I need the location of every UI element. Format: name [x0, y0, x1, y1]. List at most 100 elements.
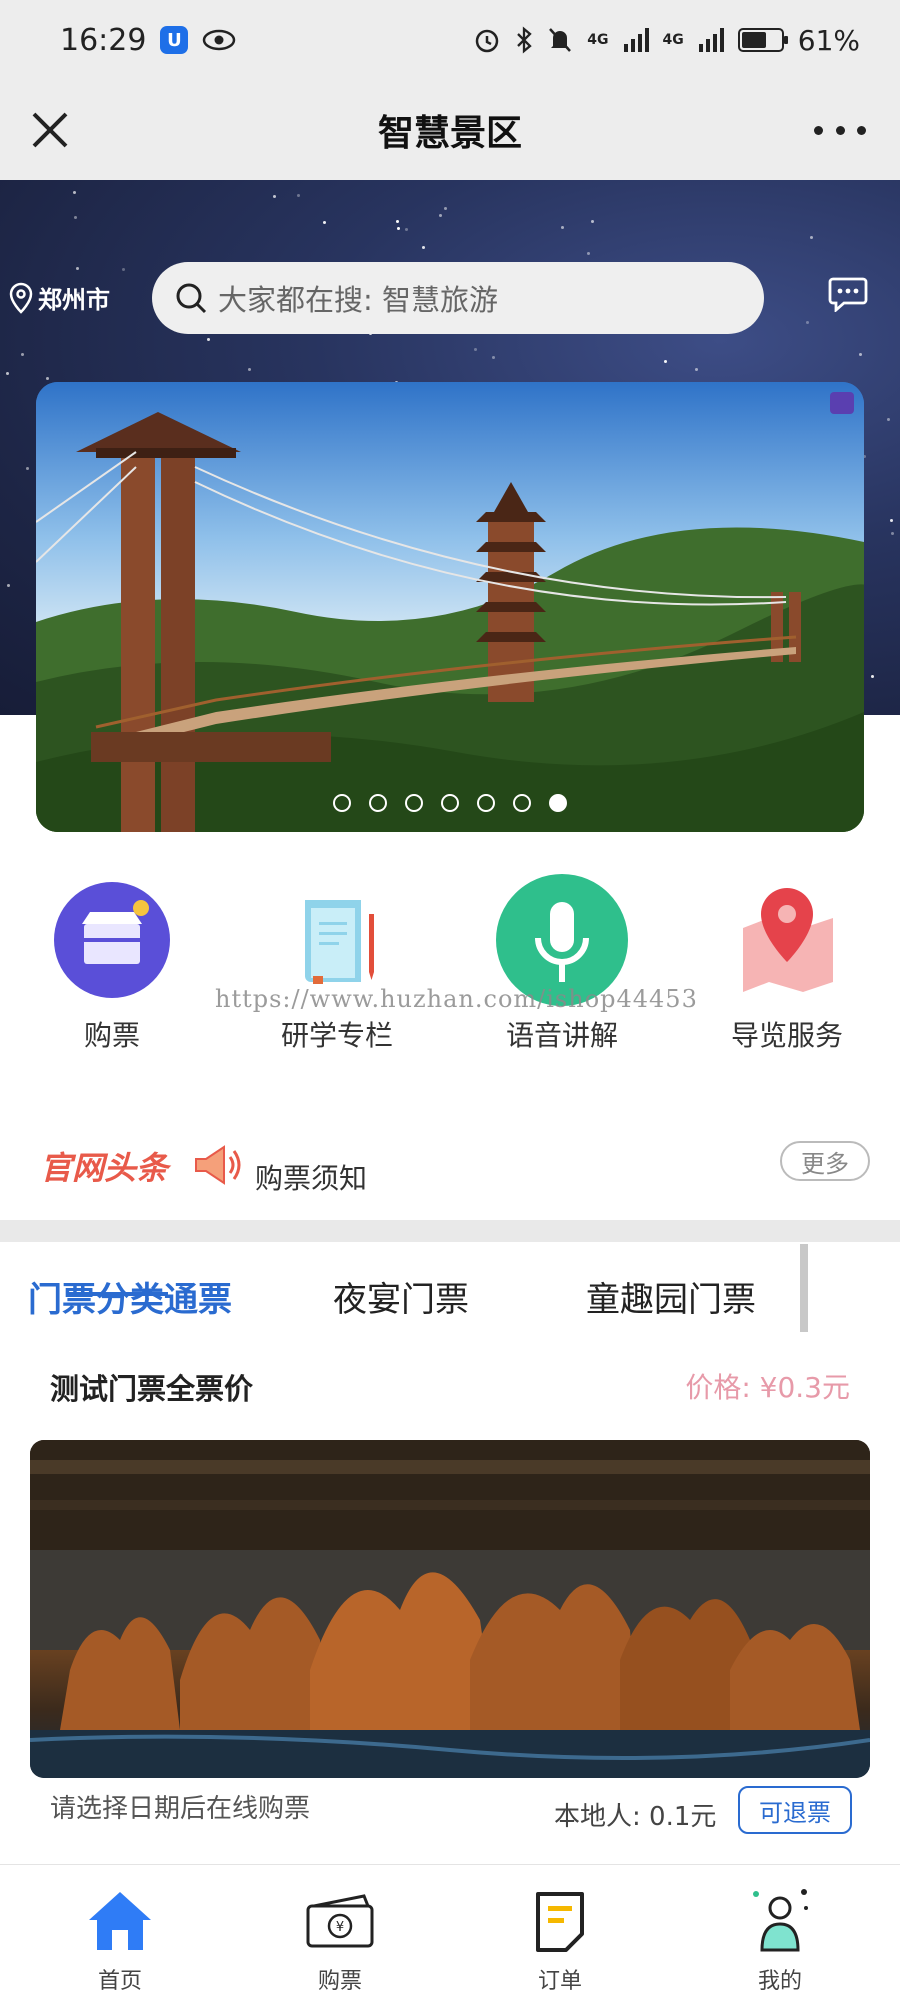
more-button[interactable]: 更多 [780, 1141, 870, 1181]
home-icon [89, 1892, 151, 1950]
star [248, 368, 251, 371]
banner-dot[interactable] [333, 794, 351, 812]
map-pin-icon [743, 888, 833, 992]
app-badge-icon: U [160, 26, 189, 54]
star [444, 207, 447, 210]
book-icon [305, 900, 374, 984]
watermark: https://www.huzhan.com/ishop44453 [215, 985, 698, 1013]
nav-label: 首页 [97, 1969, 142, 1994]
star [21, 353, 24, 356]
more-menu-icon[interactable] [814, 110, 866, 150]
bluetooth-icon [517, 26, 533, 54]
search-placeholder: 大家都在搜: 智慧旅游 [218, 283, 498, 317]
location-label: 郑州市 [38, 286, 110, 314]
quick-menu-study[interactable]: 研学专栏 [237, 870, 437, 1054]
star [891, 532, 894, 535]
banner-dot[interactable] [513, 794, 531, 812]
nav-profile[interactable]: 我的 [705, 1885, 855, 1995]
nav-orders[interactable]: 订单 [485, 1885, 635, 1995]
nav-tickets[interactable]: ¥ 购票 [265, 1885, 415, 1995]
star [396, 220, 399, 223]
banner-dot[interactable] [369, 794, 387, 812]
signal-2-label: 4G [662, 32, 684, 48]
quick-menu-tickets[interactable]: 购票 [12, 870, 212, 1054]
tab-kids-park[interactable]: 童趣园门票 [586, 1272, 756, 1321]
title-bar: 智慧景区 [0, 80, 900, 180]
signal-2-icon [698, 28, 724, 52]
star [810, 236, 813, 239]
star [695, 368, 698, 371]
ticket-icon: ¥ [306, 1894, 374, 1948]
tab-general-ticket[interactable]: 门票分类通票 [28, 1272, 232, 1321]
star [587, 252, 590, 255]
banner-pagination [36, 794, 864, 812]
local-price: 本地人: 0.1元 [554, 1802, 717, 1832]
battery-icon [737, 28, 788, 52]
bottom-nav: 首页 ¥ 购票 订单 我的 [0, 1864, 900, 2000]
mute-icon [549, 28, 572, 52]
location-selector[interactable]: 郑州市 [8, 280, 110, 315]
ticket-name: 测试门票全票价 [50, 1372, 254, 1406]
star [7, 584, 10, 587]
order-icon [536, 1892, 584, 1952]
banner-dot[interactable] [549, 794, 567, 812]
banner-carousel[interactable] [36, 382, 864, 832]
star [806, 321, 809, 324]
message-icon[interactable] [828, 276, 868, 312]
banner-tip-icon [830, 392, 854, 414]
status-time: 16:29 [60, 22, 147, 58]
quick-menu-label: 语音讲解 [505, 1019, 618, 1052]
location-pin-icon [9, 282, 33, 314]
battery-percent: 61% [797, 23, 860, 57]
refundable-badge[interactable]: 可退票 [738, 1786, 852, 1834]
star [422, 246, 425, 249]
active-tab-indicator [68, 1292, 168, 1296]
shop-icon [54, 882, 170, 998]
star [26, 467, 29, 470]
star [561, 226, 564, 229]
quick-menu-label: 导览服务 [730, 1019, 843, 1052]
search-icon [176, 283, 207, 314]
status-bar: 16:29 U 4G 4G 61% [0, 0, 900, 80]
quick-menu-guide-service[interactable]: 导览服务 [687, 870, 887, 1054]
ticket-image[interactable] [30, 1440, 870, 1778]
banner-image [36, 382, 864, 832]
tab-night-banquet[interactable]: 夜宴门票 [333, 1272, 469, 1321]
signal-1-icon [623, 28, 649, 52]
sculpture-photo [30, 1440, 870, 1778]
star [6, 372, 9, 375]
alarm-icon [476, 29, 499, 53]
quick-menu-label: 研学专栏 [280, 1019, 393, 1052]
star [273, 195, 276, 198]
star [887, 418, 890, 421]
search-input[interactable]: 大家都在搜: 智慧旅游 [152, 262, 764, 334]
ticket-price: 价格: ¥0.3元 [685, 1371, 850, 1404]
star [890, 519, 893, 522]
banner-dot[interactable] [477, 794, 495, 812]
news-headline[interactable]: 购票须知 [255, 1157, 367, 1197]
star [664, 360, 667, 363]
quick-menu-audio-guide[interactable]: 语音讲解 [462, 870, 662, 1054]
star [323, 221, 326, 224]
section-divider [0, 1220, 900, 1242]
nav-label: 我的 [757, 1969, 802, 1994]
star [76, 267, 79, 270]
star [46, 377, 49, 380]
signal-1-label: 4G [587, 32, 609, 48]
news-ticker[interactable]: 官网头条 购票须知 更多 [0, 1135, 900, 1215]
nav-home[interactable]: 首页 [45, 1885, 195, 1995]
banner-dot[interactable] [405, 794, 423, 812]
star [74, 216, 77, 219]
close-icon[interactable] [26, 106, 74, 154]
user-icon [753, 1889, 808, 1952]
megaphone-icon [195, 1145, 241, 1185]
star [405, 228, 408, 231]
tab-scrollbar[interactable] [800, 1244, 808, 1332]
star [207, 338, 210, 341]
star [871, 675, 874, 678]
star [474, 348, 477, 351]
nav-label: 订单 [537, 1969, 582, 1994]
quick-menu: 购票 研学专栏 语音讲解 导览服务 [0, 870, 900, 1070]
star [397, 227, 400, 230]
banner-dot[interactable] [441, 794, 459, 812]
